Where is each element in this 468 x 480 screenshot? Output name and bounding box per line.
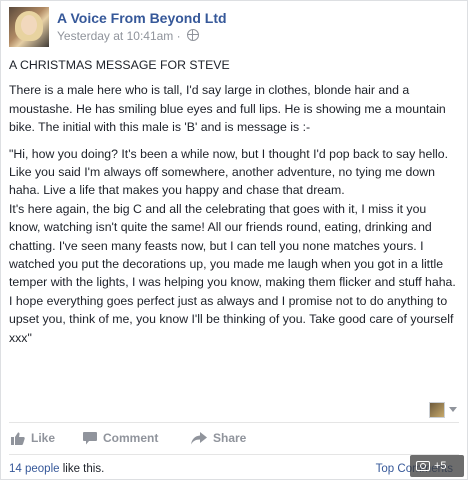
post-title: A CHRISTMAS MESSAGE FOR STEVE [9,58,230,72]
post-paragraph: "Hi, how you doing? It's been a while no… [9,146,449,198]
comment-button[interactable]: Comment [83,431,158,445]
post-header: A Voice From Beyond Ltd Yesterday at 10:… [9,7,449,47]
likes-suffix: like this. [59,463,105,475]
post-paragraph: There is a male here who is tall, I'd sa… [9,83,446,135]
photo-count: +5 [434,460,447,472]
chevron-down-icon[interactable] [449,407,457,412]
camera-icon [416,461,430,471]
post-paragraph: It's here again, the big C and all the c… [9,201,456,290]
post-meta: Yesterday at 10:41am · [57,29,199,43]
share-arrow-icon [191,431,207,444]
like-button[interactable]: Like [11,431,55,445]
thumbs-up-icon [11,432,25,445]
post-body: A CHRISTMAS MESSAGE FOR STEVE There is a… [9,56,461,347]
comment-label: Comment [103,431,159,445]
page-name-link[interactable]: A Voice From Beyond Ltd [57,10,227,26]
post-timestamp[interactable]: Yesterday at 10:41am [57,29,173,43]
page-avatar[interactable] [9,7,49,47]
divider [9,422,459,423]
share-label: Share [213,431,247,445]
post-actions-bar: Like Comment Share [9,427,459,451]
likes-count-link[interactable]: 14 people [9,463,60,475]
globe-icon[interactable] [187,29,199,41]
meta-separator: · [176,29,181,43]
facebook-post-card: A Voice From Beyond Ltd Yesterday at 10:… [0,0,468,480]
photo-count-badge[interactable]: +5 [410,455,464,477]
post-paragraph: I hope everything goes perfect just as a… [9,293,454,345]
post-stats: 14 people like this. Top Comments [9,463,461,475]
avatar-face [21,15,37,35]
like-label: Like [31,431,56,445]
reaction-avatar-thumbnail[interactable] [429,402,445,418]
comment-icon [83,431,97,444]
share-button[interactable]: Share [191,431,246,445]
divider [9,454,459,455]
